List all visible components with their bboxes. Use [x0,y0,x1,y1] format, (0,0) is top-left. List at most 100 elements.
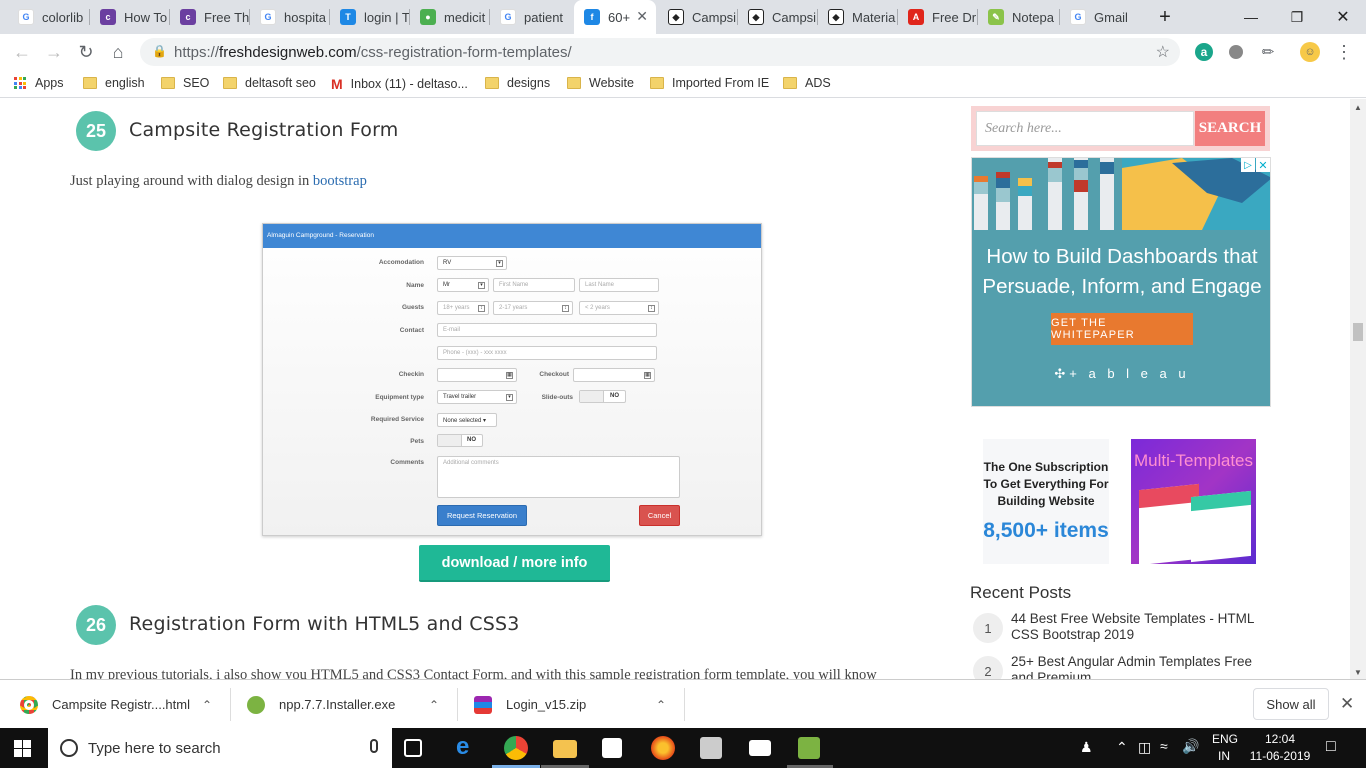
multi-templates-ad[interactable]: Multi-Templates [1131,439,1256,564]
new-tab-button[interactable]: + [1142,0,1188,34]
chevron-up-icon[interactable]: ⌃ [1116,739,1128,756]
recent-post-item[interactable]: 1 44 Best Free Website Templates - HTML C… [973,611,1263,653]
maximize-button[interactable]: ❐ [1274,0,1320,34]
tab-active-freshdesignweb[interactable]: f 60+ ✕ [574,0,656,34]
bookmark-deltasoft-seo[interactable]: deltasoft seo [223,76,316,90]
tab-campsite-2[interactable]: ◆ Campsi [738,0,818,34]
tab-medicit[interactable]: ● medicit [410,0,490,34]
tab-hospital[interactable]: Ghospita [250,0,330,34]
codepen-icon: ◆ [828,9,844,25]
task-view-icon[interactable] [404,739,422,757]
bootstrap-link[interactable]: bootstrap [313,173,367,189]
people-icon[interactable]: ♟ [1080,739,1093,756]
chevron-up-icon[interactable]: ⌃ [656,698,666,712]
item-description: Just playing around with dialog design i… [70,173,367,190]
star-icon[interactable]: ☆ [1156,42,1170,62]
url-text[interactable]: https://freshdesignweb.com/css-registrat… [174,44,572,61]
firefox-icon[interactable] [651,736,675,760]
store-icon[interactable] [602,738,622,758]
wifi-icon[interactable]: ≈ [1160,738,1168,754]
volume-icon[interactable]: 🔊 [1182,738,1199,755]
notepad-taskbar-icon[interactable] [798,737,820,759]
bookmark-ads[interactable]: ADS [783,76,831,90]
language-indicator[interactable]: ENG [1212,732,1238,746]
tab-free-themes[interactable]: c Free Th [170,0,250,34]
chrome-icon [20,695,38,714]
colorlib-icon: c [180,9,196,25]
tab-patient[interactable]: Gpatient [490,0,570,34]
search-button[interactable]: SEARCH [1195,111,1265,146]
tab-label: Campsi [692,9,737,25]
bookmark-seo[interactable]: SEO [161,76,209,90]
notifications-icon[interactable]: □ [1326,738,1336,756]
recent-post-title[interactable]: 25+ Best Angular Admin Templates Free an… [1011,654,1263,679]
amazon-icon[interactable] [700,737,722,759]
bookmark-label: Apps [35,76,64,90]
file-explorer-icon[interactable] [553,740,577,758]
download-item[interactable]: npp.7.7.Installer.exe ⌃ [247,680,447,729]
home-button[interactable]: ⌂ [106,40,130,64]
ad-info-icon[interactable]: ▷ [1241,158,1255,172]
download-more-info-button[interactable]: download / more info [419,545,610,582]
bookmark-english[interactable]: english [83,76,145,90]
tab-how-to[interactable]: c How To [90,0,170,34]
clock-date[interactable]: 11-06-2019 [1246,749,1314,763]
bookmark-imported-from-ie[interactable]: Imported From IE [650,76,769,90]
tab-colorlib[interactable]: Gcolorlib [8,0,90,34]
extension-c[interactable]: ✏ [1256,40,1280,64]
windows-start-icon[interactable] [14,740,31,757]
chevron-up-icon[interactable]: ⌃ [429,698,439,712]
bookmark-website[interactable]: Website [567,76,634,90]
subscription-ad[interactable]: The One Subscription To Get Everything F… [983,439,1109,564]
get-whitepaper-button[interactable]: GET THE WHITEPAPER [1051,313,1193,345]
minimize-button[interactable]: — [1228,0,1274,34]
address-bar[interactable]: 🔒 https://freshdesignweb.com/css-registr… [140,38,1180,66]
tab-gmail[interactable]: G Gmail [1060,0,1142,34]
item-title[interactable]: Registration Form with HTML5 and CSS3 [129,613,520,635]
close-ad-icon[interactable]: ✕ [1256,158,1270,172]
recent-post-title[interactable]: 44 Best Free Website Templates - HTML CS… [1011,611,1263,643]
extension-b[interactable] [1224,40,1248,64]
scroll-up-icon[interactable]: ▲ [1354,103,1362,112]
mail-icon[interactable] [749,740,771,756]
close-downloads-icon[interactable]: ✕ [1340,694,1354,714]
tableau-ad[interactable]: ✕ ▷ How to Build Dashboards that Persuad… [971,157,1271,407]
bookmark-designs[interactable]: designs [485,76,550,90]
microphone-icon[interactable] [370,739,378,753]
tab-notepad[interactable]: ✎ Notepa [978,0,1060,34]
clock-time[interactable]: 12:04 [1250,732,1310,746]
bookmark-label: designs [507,76,551,90]
bookmark-inbox[interactable]: M Inbox (11) - deltaso... [331,76,468,92]
scrollbar-thumb[interactable] [1353,323,1363,341]
forward-button[interactable]: → [42,40,66,64]
page-scrollbar[interactable]: ▲ ▼ [1350,99,1366,679]
close-tab-icon[interactable]: ✕ [636,8,648,25]
taskbar-search[interactable]: Type here to search [48,728,392,768]
description-text: Just playing around with dialog design i… [70,173,313,189]
show-all-button[interactable]: Show all [1253,688,1329,720]
extension-circle-icon [1229,45,1243,59]
recent-post-item[interactable]: 2 25+ Best Angular Admin Templates Free a… [973,654,1263,679]
chevron-up-icon[interactable]: ⌃ [202,698,212,712]
menu-button[interactable]: ⋮ [1332,40,1356,64]
tab-login[interactable]: Tlogin | T [330,0,410,34]
edge-icon[interactable]: e [456,733,480,760]
back-button[interactable]: ← [10,40,34,64]
bookmark-apps[interactable]: Apps [14,76,64,90]
chrome-taskbar-icon[interactable] [504,736,528,760]
search-input[interactable]: Search here... [976,111,1194,146]
battery-icon[interactable]: ◫ [1138,739,1151,756]
reload-icon: ↻ [78,41,94,62]
item-title[interactable]: Campsite Registration Form [129,119,399,141]
scroll-down-icon[interactable]: ▼ [1354,668,1362,677]
tab-campsite-1[interactable]: ◆ Campsi [658,0,738,34]
reload-button[interactable]: ↻ [74,40,98,64]
tab-material[interactable]: ◆ Materia [818,0,898,34]
extension-a[interactable]: a [1192,40,1216,64]
profile-button[interactable]: ☺ [1298,40,1322,64]
download-item[interactable]: Campsite Registr....html ⌃ [20,680,220,729]
tab-free-dr[interactable]: A Free Dr [898,0,978,34]
download-item[interactable]: Login_v15.zip ⌃ [474,680,674,729]
close-window-button[interactable]: ✕ [1320,0,1366,34]
templates-preview-graphic [1139,483,1199,564]
